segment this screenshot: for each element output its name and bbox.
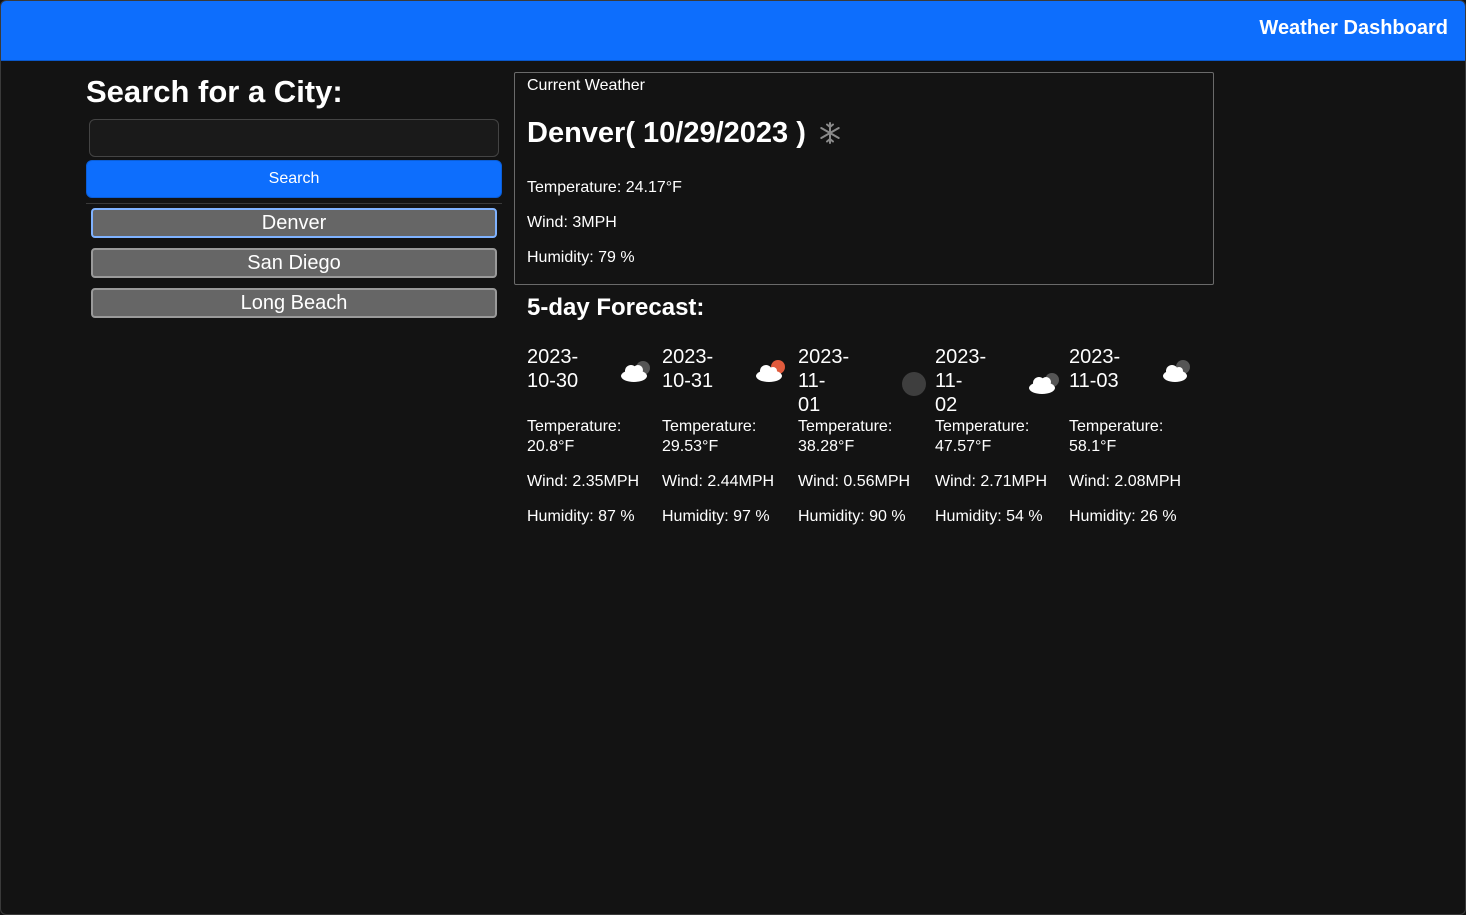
divider xyxy=(86,203,502,204)
search-sidebar: Search for a City: Search Denver San Die… xyxy=(86,73,502,328)
forecast-date: 2023-11- 02 xyxy=(935,345,1005,417)
app-window: Weather Dashboard Search for a City: Sea… xyxy=(0,0,1466,915)
scattered-clouds-night-icon xyxy=(1163,360,1190,382)
forecast-temp-value: 58.1°F xyxy=(1069,438,1117,455)
current-weather-card: Current Weather Denver( 10/29/2023 ) Tem… xyxy=(514,72,1214,285)
forecast-title: 5-day Forecast: xyxy=(527,294,705,321)
forecast-humidity: Humidity: 54 % xyxy=(935,508,1043,525)
forecast-temp-label: Temperature: xyxy=(798,418,893,435)
navbar: Weather Dashboard xyxy=(1,1,1465,61)
forecast-wind: Wind: 2.35MPH xyxy=(527,473,640,490)
city-search-input[interactable] xyxy=(89,119,499,157)
search-button[interactable]: Search xyxy=(86,160,502,198)
history-button-san-diego[interactable]: San Diego xyxy=(91,248,497,278)
search-heading: Search for a City: xyxy=(86,74,343,109)
forecast-day-card: 2023-11- 01 Temperature: 38.28°F Wind: 0… xyxy=(798,345,928,525)
forecast-wind: Wind: 0.56MPH xyxy=(798,473,911,490)
broken-clouds-icon xyxy=(1029,373,1059,394)
forecast-day-card: 2023- 10-31 Temperature: 29.53°F Wind: 2… xyxy=(662,345,792,525)
forecast-date-line: 11-03 xyxy=(1069,370,1119,392)
few-clouds-icon xyxy=(756,360,785,382)
forecast-day-card: 2023- 11-03 Temperature: 58.1°F Wind: 2.… xyxy=(1069,345,1199,525)
forecast-date: 2023-11- 01 xyxy=(798,345,868,417)
forecast-temp-label: Temperature: xyxy=(935,418,1030,435)
forecast-date-line: 10-30 xyxy=(527,370,579,392)
forecast-date-line: 2023-11- xyxy=(935,346,987,392)
forecast-date-line: 01 xyxy=(798,394,821,416)
history-button-long-beach[interactable]: Long Beach xyxy=(91,288,497,318)
current-city-title: Denver( 10/29/2023 ) xyxy=(527,117,806,149)
current-wind: Wind: 3MPH xyxy=(527,214,617,231)
current-temperature: Temperature: 24.17°F xyxy=(527,179,682,196)
forecast-date: 2023- 10-30 xyxy=(527,345,597,393)
forecast-humidity: Humidity: 90 % xyxy=(798,508,906,525)
forecast-temp-value: 20.8°F xyxy=(527,438,575,455)
clear-night-icon xyxy=(902,372,926,396)
app-title: Weather Dashboard xyxy=(1259,17,1448,39)
forecast-date-line: 2023- xyxy=(662,346,714,368)
forecast-date: 2023- 10-31 xyxy=(662,345,732,393)
forecast-temp-value: 29.53°F xyxy=(662,438,719,455)
current-weather-label: Current Weather xyxy=(527,77,645,94)
forecast-date-line: 2023- xyxy=(527,346,579,368)
forecast-day-card: 2023- 10-30 Temperature: 20.8°F Wind: 2.… xyxy=(527,345,657,525)
forecast-date-line: 10-31 xyxy=(662,370,714,392)
forecast-temp-value: 47.57°F xyxy=(935,438,992,455)
forecast-temp-label: Temperature: xyxy=(1069,418,1164,435)
forecast-date: 2023- 11-03 xyxy=(1069,345,1139,393)
forecast-humidity: Humidity: 97 % xyxy=(662,508,770,525)
forecast-wind: Wind: 2.08MPH xyxy=(1069,473,1182,490)
forecast-wind: Wind: 2.44MPH xyxy=(662,473,775,490)
forecast-date-line: 2023- xyxy=(1069,346,1121,368)
forecast-temp-label: Temperature: xyxy=(527,418,622,435)
forecast-wind: Wind: 2.71MPH xyxy=(935,473,1048,490)
forecast-temp-value: 38.28°F xyxy=(798,438,855,455)
snow-icon xyxy=(818,121,842,150)
forecast-humidity: Humidity: 26 % xyxy=(1069,508,1177,525)
forecast-date-line: 02 xyxy=(935,394,958,416)
history-button-denver[interactable]: Denver xyxy=(91,208,497,238)
forecast-date-line: 2023-11- xyxy=(798,346,850,392)
forecast-temp-label: Temperature: xyxy=(662,418,757,435)
forecast-humidity: Humidity: 87 % xyxy=(527,508,635,525)
current-city-line: Denver( 10/29/2023 ) xyxy=(527,117,842,150)
broken-clouds-icon xyxy=(621,361,650,382)
forecast-day-card: 2023-11- 02 Temperature: 47.57°F Wind: 2… xyxy=(935,345,1065,525)
current-humidity: Humidity: 79 % xyxy=(527,249,635,266)
